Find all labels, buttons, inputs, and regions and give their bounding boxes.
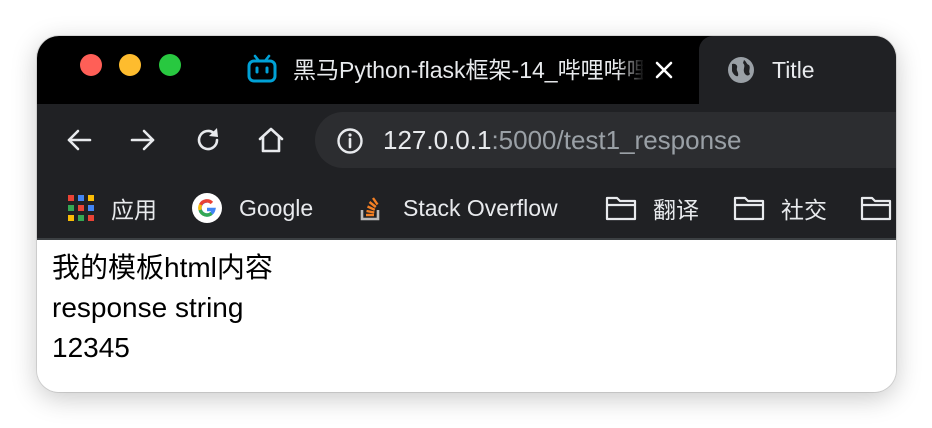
window-close-button[interactable] [80,54,102,76]
stackoverflow-icon [355,192,387,224]
browser-window: 黑马Python-flask框架-14_哔哩哔哩 Title 127.0.0.1… [37,36,896,392]
url-host: 127.0.0.1 [383,125,492,155]
content-line: response string [52,292,244,323]
bookmark-folder-more[interactable] [860,190,892,226]
content-line: 12345 [52,332,130,363]
bookmark-label: 应用 [111,197,157,223]
bookmark-folder-translate[interactable]: 翻译 [605,190,699,226]
bookmark-label: Google [239,194,314,221]
bilibili-icon [246,53,278,85]
back-button[interactable] [59,120,99,160]
bookmark-google[interactable]: Google [191,190,313,226]
globe-icon [726,55,756,85]
bookmark-label: Stack Overflow [403,194,558,221]
site-info-icon[interactable] [336,127,364,155]
tab-strip: 黑马Python-flask框架-14_哔哩哔哩 Title [37,36,896,104]
bookmark-label: 社交 [781,197,827,223]
google-icon [191,192,223,224]
tab-title: 黑马Python-flask框架-14_哔哩哔哩 [293,57,643,83]
tab-bilibili[interactable]: 黑马Python-flask框架-14_哔哩哔哩 [223,36,699,104]
content-line: 我的模板html内容 [52,252,273,283]
toolbar: 127.0.0.1:5000/test1_response [37,104,896,176]
folder-icon [860,192,892,224]
close-tab-icon[interactable] [651,57,677,83]
home-icon [258,127,284,153]
bookmarks-bar: 应用 Google Stack Overflow 翻译 社交 [37,176,896,240]
window-maximize-button[interactable] [159,54,181,76]
bookmark-label: 翻译 [653,197,699,223]
url-path: :5000/test1_response [491,125,742,155]
apps-grid-icon [65,192,97,224]
tab-title-page[interactable]: Title [699,36,896,104]
reload-button[interactable] [188,120,228,160]
address-bar[interactable]: 127.0.0.1:5000/test1_response [315,112,896,168]
arrow-left-icon [67,129,92,151]
home-button[interactable] [251,120,291,160]
arrow-right-icon [130,129,155,151]
bookmark-stackoverflow[interactable]: Stack Overflow [355,190,558,226]
window-minimize-button[interactable] [119,54,141,76]
reload-icon [197,128,219,151]
forward-button[interactable] [123,120,163,160]
page-content: 我的模板html内容 response string 12345 [37,240,896,392]
bookmark-apps[interactable]: 应用 [65,190,157,226]
tab-title: Title [772,57,815,83]
url-text: 127.0.0.1:5000/test1_response [383,124,742,156]
folder-icon [605,192,637,224]
folder-icon [733,192,765,224]
bookmark-folder-social[interactable]: 社交 [733,190,827,226]
